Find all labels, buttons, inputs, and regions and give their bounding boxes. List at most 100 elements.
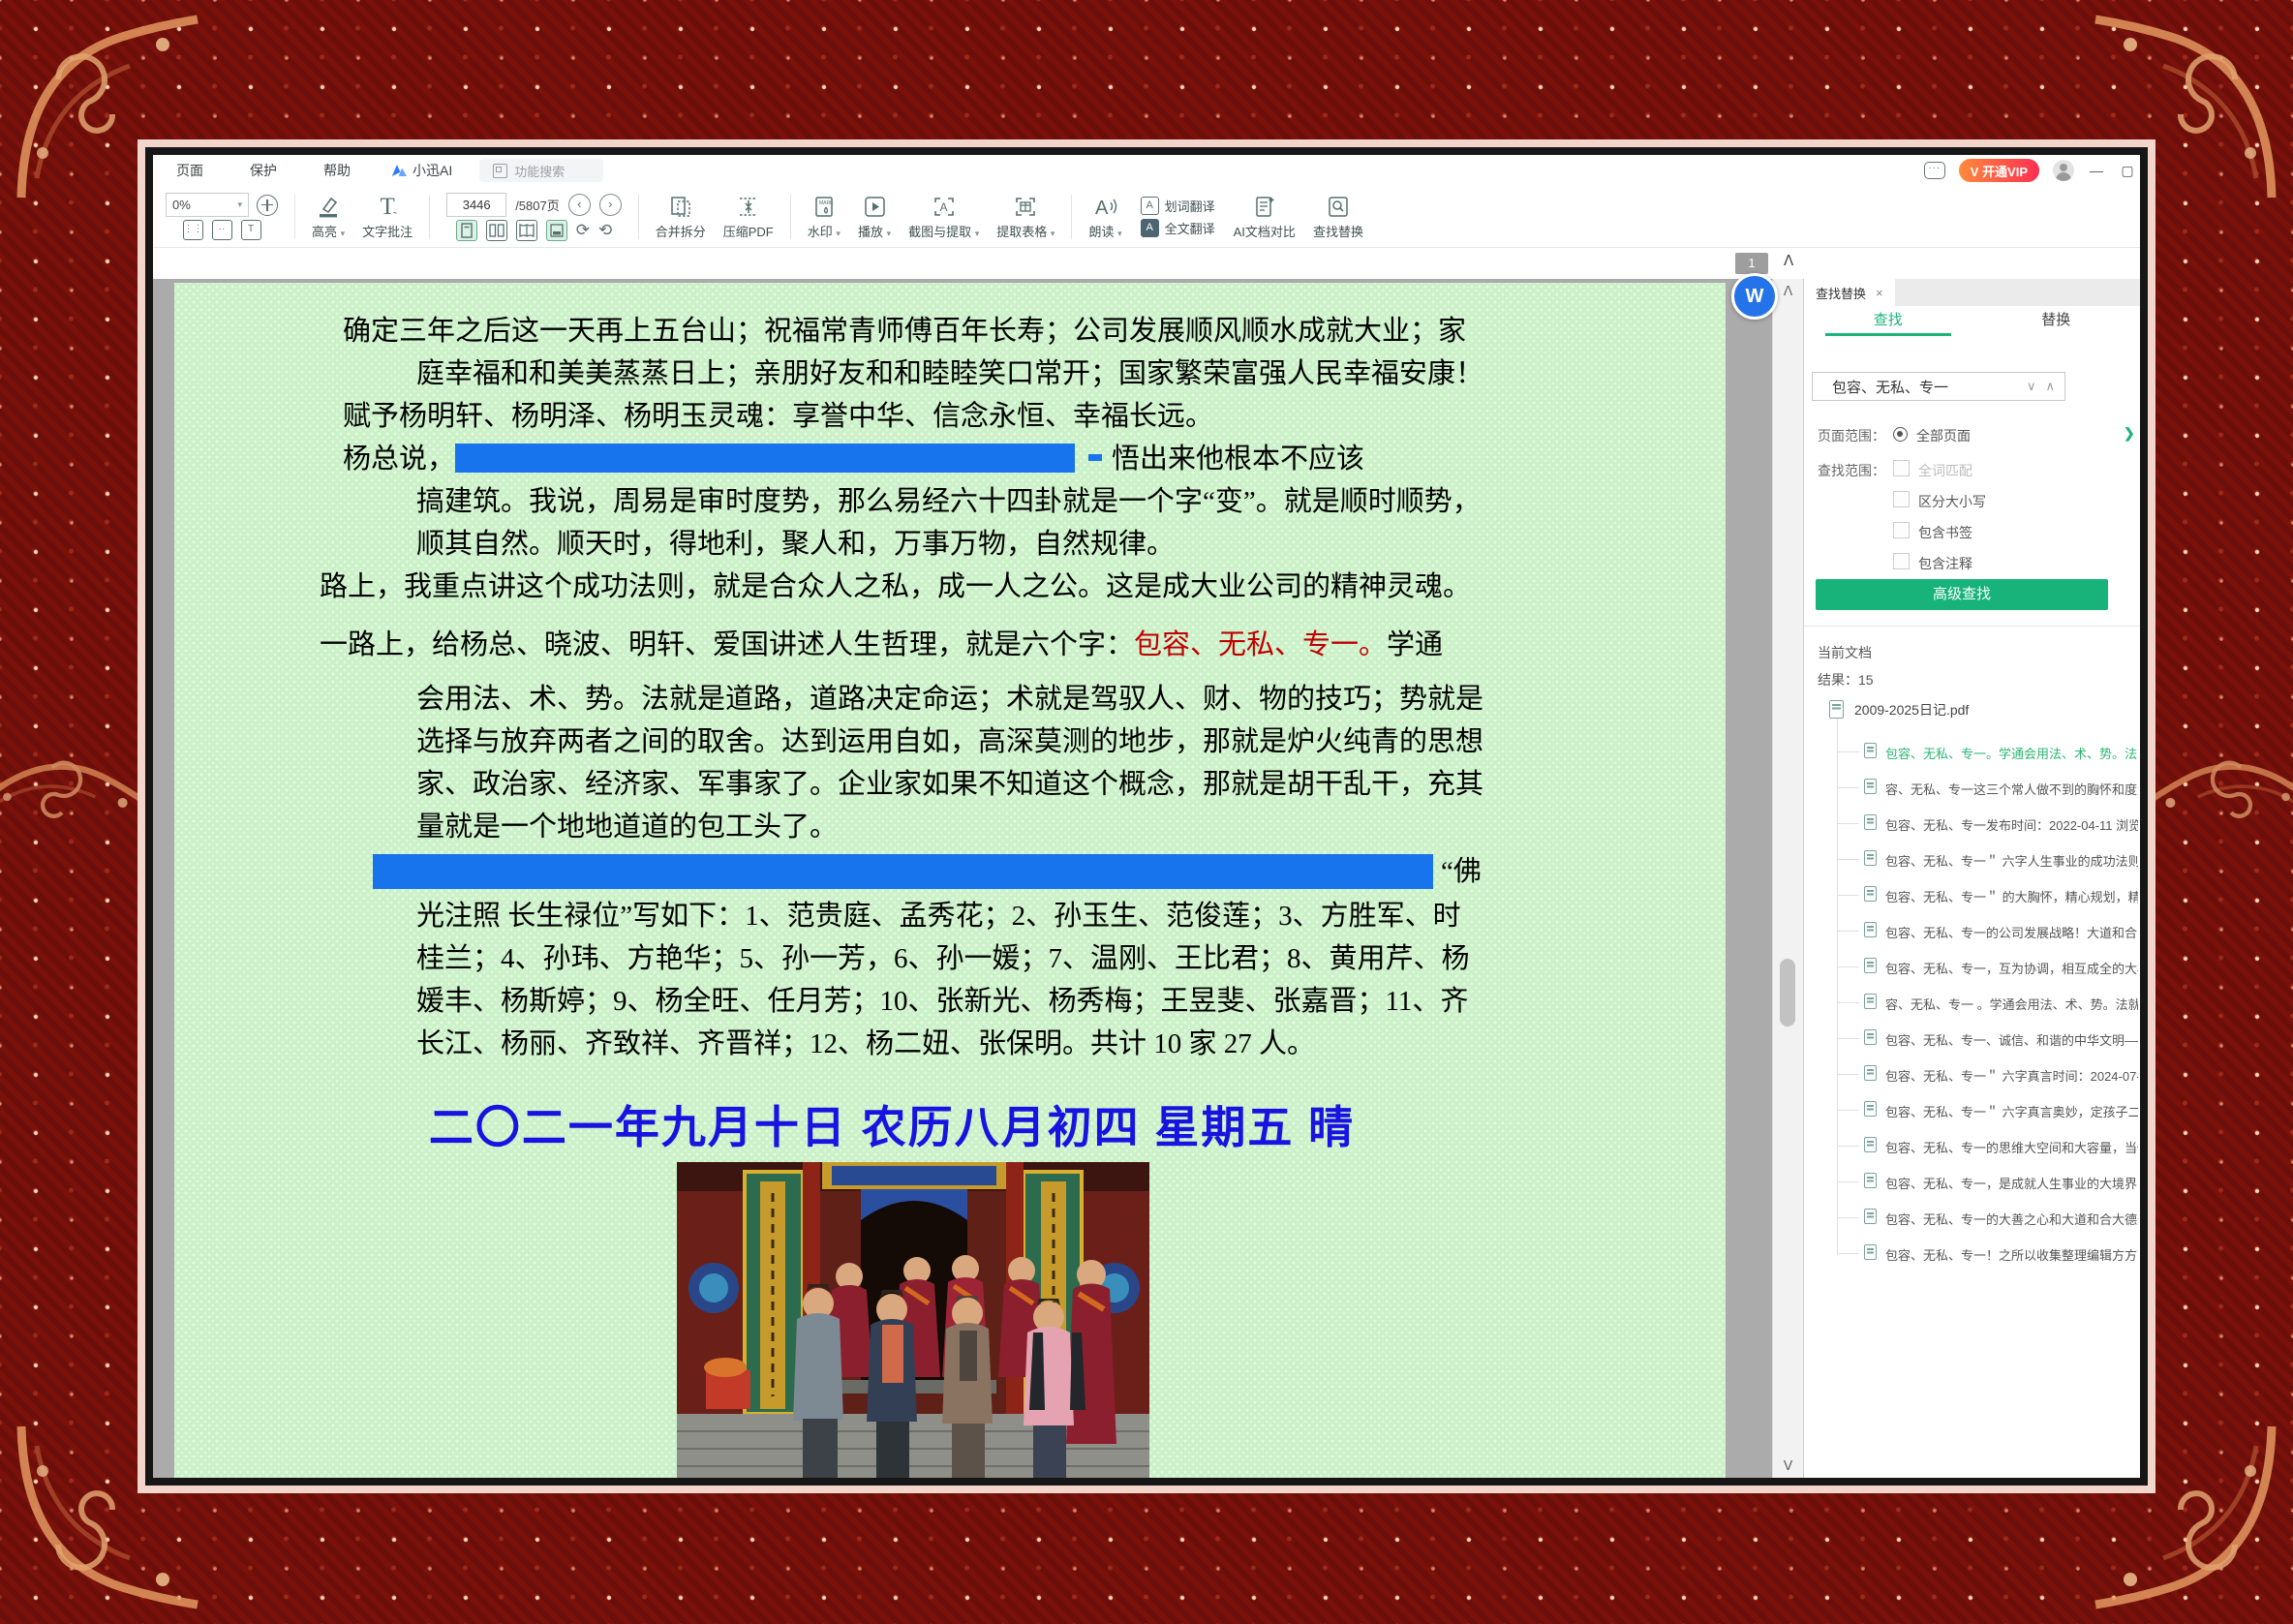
include-comments-checkbox[interactable] [1893, 553, 1910, 569]
snapshot-extract-button[interactable]: A 截图与提取 ▾ [900, 194, 988, 240]
scrollbar-thumb[interactable] [1780, 959, 1795, 1026]
doc-line: 赋予杨明轩、杨明泽、杨明玉灵魂：享誉中华、信念永恒、幸福长远。 [343, 395, 1726, 438]
pdf-to-word-button[interactable]: W [1731, 273, 1778, 320]
rotate-counterclockwise-button[interactable]: ⟲ [598, 221, 612, 240]
search-result-item[interactable]: 容、无私、专一 。学通会用法、术、势。法就是道 [1804, 985, 2140, 1021]
search-term-combobox[interactable]: 包容、无私、专一 ∨ ∧ [1812, 372, 2065, 401]
minimize-button[interactable]: — [2088, 163, 2105, 178]
menu-protect[interactable]: 保护 [227, 161, 300, 180]
expand-page-range-icon[interactable]: ❯ [2124, 425, 2135, 442]
upgrade-vip-button[interactable]: V 开通VIP [1959, 159, 2039, 182]
highlight-button[interactable]: 高亮 ▾ [303, 194, 353, 240]
search-result-item[interactable]: 包容、无私、专一的大善之心和大道和合大德通天 [1804, 1200, 2140, 1236]
merge-split-button[interactable]: 合并拆分 [647, 194, 715, 240]
page-range-radio[interactable] [1893, 427, 1908, 442]
search-result-item[interactable]: 包容、无私、专一＂ 六字真言时间：2024-07-24 [1804, 1057, 2140, 1092]
extract-table-button[interactable]: 提取表格 ▾ [988, 194, 1063, 240]
content-area: 确定三年之后这一天再上五台山；祝福常青师傅百年长寿；公司发展顺风顺水成就大业；家… [153, 279, 2140, 1478]
snapshot-icon: A [932, 194, 957, 219]
current-page-badge: 1 [1735, 253, 1768, 274]
user-avatar[interactable] [2053, 160, 2074, 181]
continuous-scroll-button[interactable] [546, 220, 567, 241]
feedback-chat-icon[interactable]: ··· [1924, 162, 1945, 179]
search-result-item[interactable]: 包容、无私、专一。学通会用法、术、势。法就是 [1804, 734, 2140, 770]
pdf-editor-window: 页面 保护 帮助 小迅AI 功能搜索 ··· V 开通VIP — ▢ [153, 155, 2140, 1478]
watermark-icon: MARK [811, 194, 837, 219]
fit-width-button[interactable]: ·· [212, 220, 232, 240]
whole-word-checkbox[interactable] [1893, 460, 1910, 476]
document-scrollbar[interactable]: ᐱ ᐯ [1772, 279, 1803, 1478]
search-result-item[interactable]: 包容、无私、专一！之所以收集整理编辑方方面面 [1804, 1236, 2140, 1272]
page-number-input[interactable]: 3446 [446, 193, 506, 217]
two-page-view-button[interactable] [486, 220, 507, 241]
svg-text:MARK: MARK [819, 200, 834, 206]
search-result-item[interactable]: 包容、无私、专一＂ 六字人生事业的成功法则。人 [1804, 842, 2140, 877]
book-view-button[interactable] [516, 220, 537, 241]
include-bookmarks-row: 包含书签 [1804, 521, 2140, 544]
tab-replace[interactable]: 替换 [1972, 306, 2141, 335]
case-sensitive-label: 区分大小写 [1918, 492, 1986, 511]
ai-label: 小迅AI [413, 161, 452, 180]
find-replace-button[interactable]: 查找替换 [1304, 194, 1372, 240]
find-next-icon[interactable]: ∨ [2017, 379, 2046, 394]
doc-line: 选择与放弃两者之间的取舍。达到运用自如，高深莫测的地步，那就是炉火纯青的思想 [416, 720, 1726, 763]
function-search-box[interactable]: 功能搜索 [479, 159, 603, 182]
doc-line: 路上，我重点讲这个成功法则，就是合众人之私，成一人之公。这是成大业公司的精神灵魂… [320, 566, 1726, 608]
search-result-item[interactable]: 容、无私、专一这三个常人做不到的胸怀和度量， [1804, 770, 2140, 806]
result-doc-icon [1864, 1137, 1877, 1152]
function-search-icon [493, 164, 507, 178]
find-previous-icon[interactable]: ∧ [2045, 379, 2064, 394]
search-result-item[interactable]: 包容、无私、专一，互为协调，相互成全的大格局 [1804, 949, 2140, 985]
menu-page[interactable]: 页面 [153, 161, 227, 180]
find-replace-icon [1326, 194, 1351, 219]
tab-find[interactable]: 查找 [1804, 306, 1972, 335]
doc-line: 庭幸福和和美美蒸蒸日上；亲朋好友和和睦睦笑口常开；国家繁荣富强人民幸福安康！ [416, 352, 1726, 395]
date-heading: 二〇二一年九月十日 农历八月初四 星期五 晴 [320, 1100, 1464, 1154]
full-translate-button[interactable]: A 全文翻译 [1141, 219, 1215, 237]
fit-page-button[interactable]: ⋮⋮ [183, 220, 203, 240]
doc-line: 量就是一个地地道道的包工头了。 [416, 806, 1726, 848]
document-view-area[interactable]: 确定三年之后这一天再上五台山；祝福常青师傅百年长寿；公司发展顺风顺水成就大业；家… [153, 279, 1772, 1478]
search-result-item[interactable]: 包容、无私、专一，是成就人生事业的大境界，大 [1804, 1164, 2140, 1200]
result-doc-icon [1864, 1101, 1877, 1117]
function-search-placeholder: 功能搜索 [514, 162, 565, 180]
zoom-level-select[interactable]: 0% ▾ [166, 193, 249, 217]
scroll-down-button[interactable]: ᐯ [1773, 1457, 1803, 1474]
previous-page-button[interactable]: ‹ [568, 194, 591, 216]
search-result-item[interactable]: 包容、无私、专一＂ 的大胸怀，精心规划，精心维 [1804, 877, 2140, 913]
case-sensitive-checkbox[interactable] [1893, 491, 1910, 507]
advanced-search-button[interactable]: 高级查找 [1816, 579, 2108, 610]
search-result-item[interactable]: 包容、无私、专一的公司发展战略！大道和合，合 [1804, 913, 2140, 949]
translate-group: A 划词翻译 A 全文翻译 [1131, 197, 1225, 237]
panel-tab-find-replace[interactable]: 查找替换 × [1804, 279, 1895, 306]
search-result-item[interactable]: 包容、无私、专一＂ 六字真言奥妙，定孩子二十年 [1804, 1092, 2140, 1128]
fit-text-button[interactable]: T [241, 220, 261, 240]
result-file-row[interactable]: 2009-2025日记.pdf [1804, 697, 2140, 722]
result-doc-icon [1864, 922, 1877, 937]
search-result-item[interactable]: 包容、无私、专一的思维大空间和大容量，当你的 [1804, 1128, 2140, 1164]
menu-ai-assistant[interactable]: 小迅AI [374, 161, 470, 180]
read-aloud-icon: A [1092, 194, 1119, 219]
play-button[interactable]: 播放 ▾ [849, 194, 900, 240]
search-result-item[interactable]: 包容、无私、专一、诚信、和谐的中华文明——大 [1804, 1021, 2140, 1057]
collapse-toolbar-button[interactable]: ᐱ [1784, 252, 1793, 269]
caret-down-icon: ▾ [1117, 229, 1122, 238]
word-translate-button[interactable]: A 划词翻译 [1141, 197, 1215, 215]
text-annotation-button[interactable]: T̰ 文字批注 [353, 194, 421, 240]
zoom-in-button[interactable] [257, 195, 278, 216]
menu-help[interactable]: 帮助 [300, 161, 374, 180]
next-page-button[interactable]: › [599, 194, 622, 216]
watermark-button[interactable]: MARK 水印 ▾ [799, 194, 849, 240]
find-replace-tabs: 查找 替换 [1804, 306, 2140, 335]
compress-pdf-button[interactable]: 压缩PDF [715, 194, 782, 240]
doc-text: “佛 [1441, 850, 1482, 893]
close-panel-icon[interactable]: × [1876, 286, 1883, 300]
svg-text:A: A [939, 200, 947, 214]
read-aloud-button[interactable]: A 朗读 ▾ [1080, 194, 1130, 240]
include-bookmarks-checkbox[interactable] [1893, 522, 1910, 538]
single-page-view-button[interactable] [456, 220, 477, 241]
maximize-button[interactable]: ▢ [2119, 163, 2136, 179]
ai-compare-button[interactable]: AI文档对比 [1225, 194, 1304, 240]
rotate-clockwise-button[interactable]: ⟳ [576, 221, 590, 240]
search-result-item[interactable]: 包容、无私、专一发布时间：2022-04-11 浏览量 [1804, 806, 2140, 842]
